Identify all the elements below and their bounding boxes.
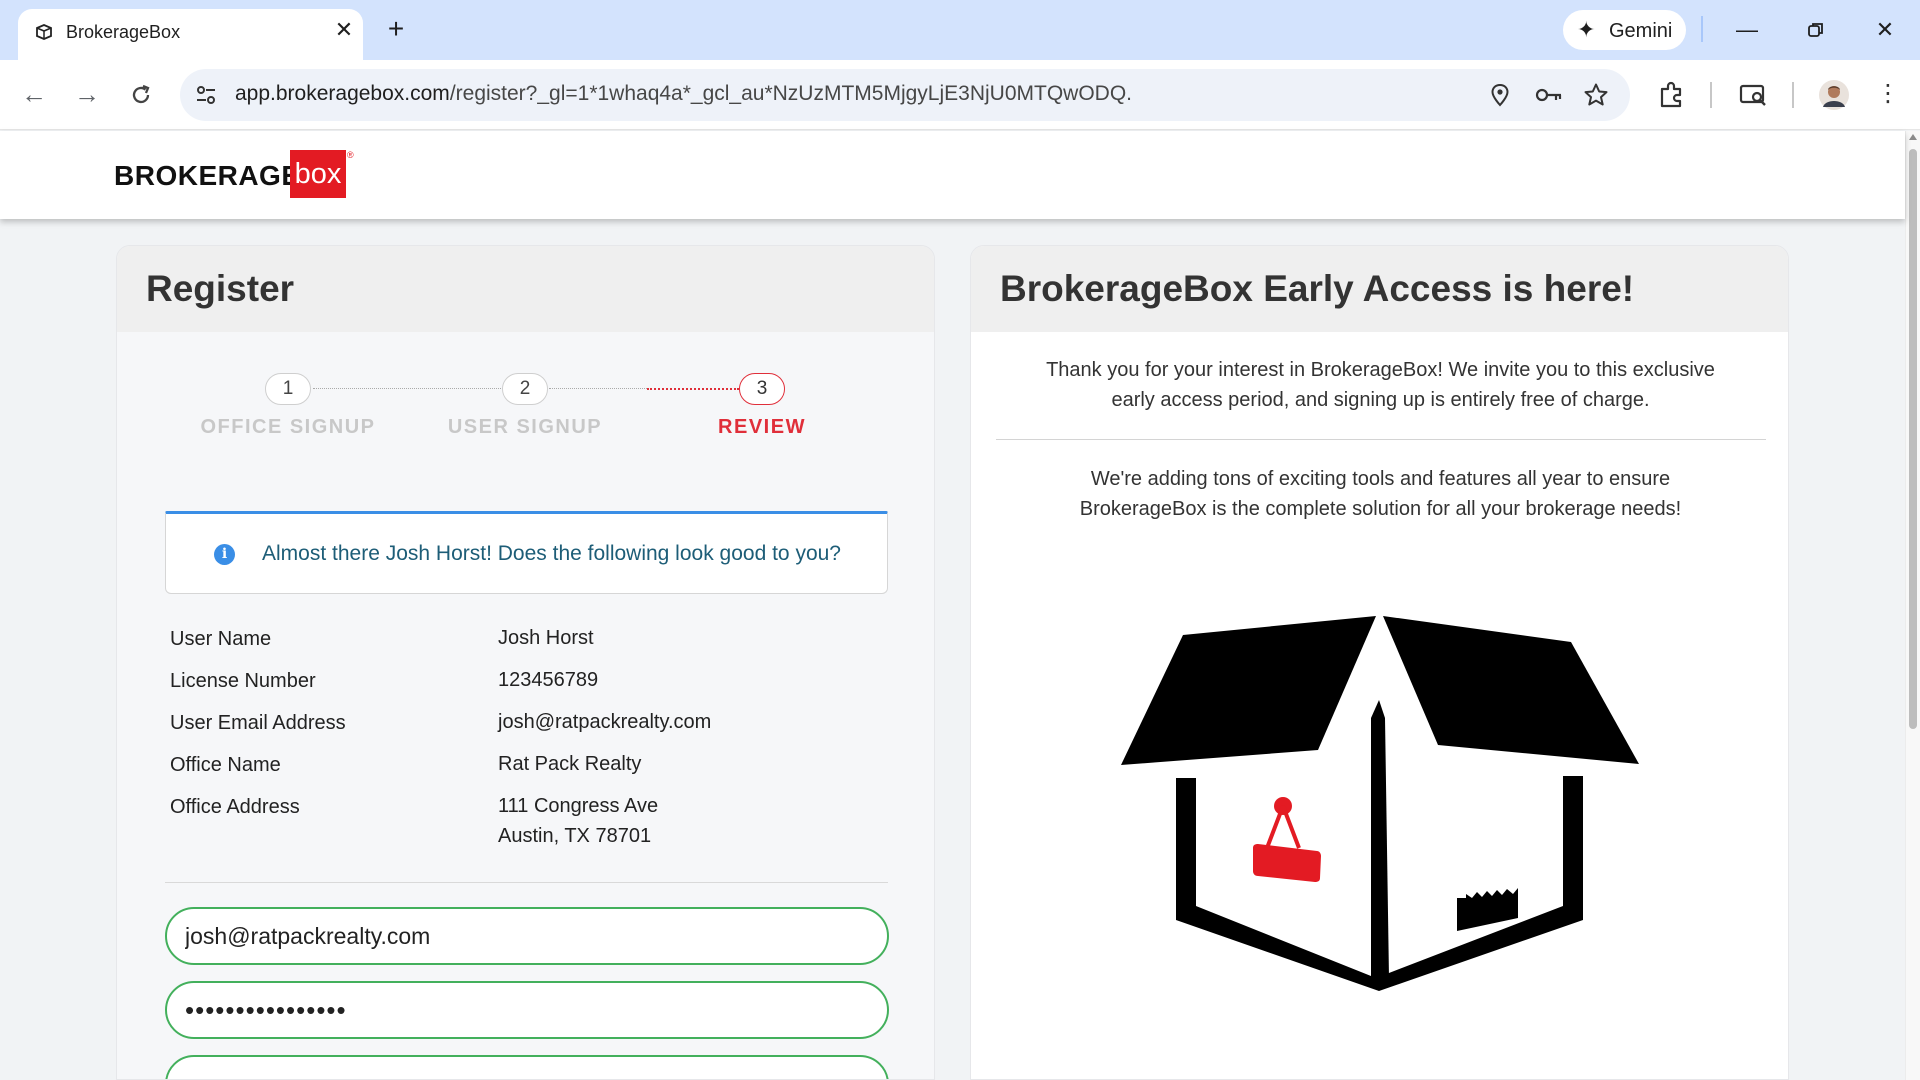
cast-icon[interactable] — [1738, 80, 1768, 110]
logo-box: box — [290, 150, 346, 198]
gemini-button[interactable]: ✦ Gemini — [1563, 10, 1686, 50]
key-icon[interactable] — [1534, 82, 1564, 108]
promo-paragraph-2-line-1: We're adding tons of exciting tools and … — [1090, 468, 1671, 490]
step-label: USER SIGNUP — [447, 416, 603, 438]
summary-value: Austin, TX 78701 — [498, 825, 652, 847]
summary-value: Rat Pack Realty — [498, 753, 642, 775]
alert-message: Almost there Josh Horst! Does the follow… — [262, 542, 841, 565]
url-text[interactable]: app.brokeragebox.com/register?_gl=1*1wha… — [235, 82, 1132, 106]
star-icon[interactable] — [1583, 82, 1609, 108]
summary-label: License Number — [170, 670, 316, 692]
minimize-icon[interactable]: — — [1727, 12, 1767, 48]
page-scrollbar[interactable] — [1905, 131, 1920, 1080]
browser-tab-bar: BrokerageBox ✕ + ✦ Gemini — ✕ — [0, 0, 1920, 60]
summary-label: User Email Address — [170, 712, 346, 734]
password-field[interactable] — [165, 981, 889, 1039]
scrollbar-thumb[interactable] — [1909, 149, 1917, 729]
site-header: BROKERAGE box ® — [0, 131, 1905, 219]
close-window-icon[interactable]: ✕ — [1865, 12, 1905, 48]
register-card: Register 1 OFFICE SIGNUP 2 USER SIGNUP 3… — [116, 245, 935, 1080]
email-input[interactable] — [185, 919, 865, 953]
confirm-field[interactable] — [165, 1055, 889, 1079]
tab-title: BrokerageBox — [66, 22, 181, 42]
restore-icon[interactable] — [1796, 12, 1836, 48]
step-user-signup[interactable]: 2 USER SIGNUP — [425, 373, 625, 439]
register-title: Register — [146, 268, 295, 309]
back-icon[interactable]: ← — [16, 77, 52, 113]
url-host: app.brokeragebox.com — [235, 82, 450, 105]
password-input[interactable] — [185, 993, 865, 1027]
open-box-illustration — [1121, 616, 1639, 991]
early-access-card-header: BrokerageBox Early Access is here! — [971, 246, 1788, 332]
logo-wordmark: BROKERAGE — [114, 160, 301, 191]
avatar[interactable] — [1818, 79, 1850, 111]
location-icon[interactable] — [1487, 82, 1513, 108]
gemini-label: Gemini — [1609, 20, 1673, 42]
promo-divider — [996, 439, 1766, 440]
extensions-icon[interactable] — [1657, 80, 1687, 110]
register-card-header: Register — [117, 246, 934, 332]
summary-label: User Name — [170, 628, 272, 650]
promo-paragraph-1-line-1: Thank you for your interest in Brokerage… — [1046, 359, 1715, 381]
step-label: REVIEW — [718, 416, 806, 438]
step-number: 2 — [502, 373, 548, 405]
browser-toolbar: ← → app.brokeragebox.com/register?_gl=1*… — [0, 60, 1920, 130]
promo-paragraph-2-line-2: BrokerageBox is the complete solution fo… — [1079, 498, 1682, 520]
scroll-up-arrow[interactable] — [1909, 134, 1917, 140]
promo-paragraph-1-line-2: early access period, and signing up is e… — [1111, 389, 1650, 411]
sparkle-icon: ✦ — [1577, 17, 1596, 42]
toolbar-separator — [1792, 82, 1794, 108]
summary-label: Office Address — [170, 796, 300, 818]
favicon-icon — [36, 24, 52, 40]
logo-registered: ® — [347, 150, 354, 160]
site-info-icon[interactable] — [194, 83, 218, 107]
step-office-signup[interactable]: 1 OFFICE SIGNUP — [188, 373, 388, 439]
summary-value: 123456789 — [498, 669, 599, 691]
step-number: 3 — [739, 373, 785, 405]
summary-value: josh@ratpackrealty.com — [498, 711, 712, 733]
tab-bar-separator — [1701, 16, 1703, 42]
summary-value: Josh Horst — [498, 627, 594, 649]
close-icon[interactable]: ✕ — [328, 14, 360, 46]
summary-divider — [165, 882, 888, 883]
early-access-card: BrokerageBox Early Access is here! Thank… — [970, 245, 1789, 1080]
review-alert: i Almost there Josh Horst! Does the foll… — [165, 511, 888, 594]
info-icon: i — [214, 544, 235, 565]
menu-icon[interactable]: ⋮ — [1870, 77, 1906, 113]
email-field[interactable] — [165, 907, 889, 965]
step-review[interactable]: 3 REVIEW — [662, 373, 862, 439]
forward-icon[interactable]: → — [69, 77, 105, 113]
summary-label: Office Name — [170, 754, 281, 776]
step-number: 1 — [265, 373, 311, 405]
browser-tab[interactable]: BrokerageBox ✕ — [18, 9, 363, 60]
url-path: /register?_gl=1*1whaq4a*_gcl_au*NzUzMTM5… — [449, 82, 1132, 105]
toolbar-separator — [1710, 82, 1712, 108]
address-bar[interactable]: app.brokeragebox.com/register?_gl=1*1wha… — [180, 69, 1630, 121]
early-access-title: BrokerageBox Early Access is here! — [1000, 268, 1635, 309]
reload-icon[interactable] — [123, 77, 159, 113]
step-label: OFFICE SIGNUP — [200, 416, 376, 438]
summary-value: 111 Congress Ave — [498, 795, 659, 817]
plus-icon[interactable]: + — [380, 14, 412, 46]
